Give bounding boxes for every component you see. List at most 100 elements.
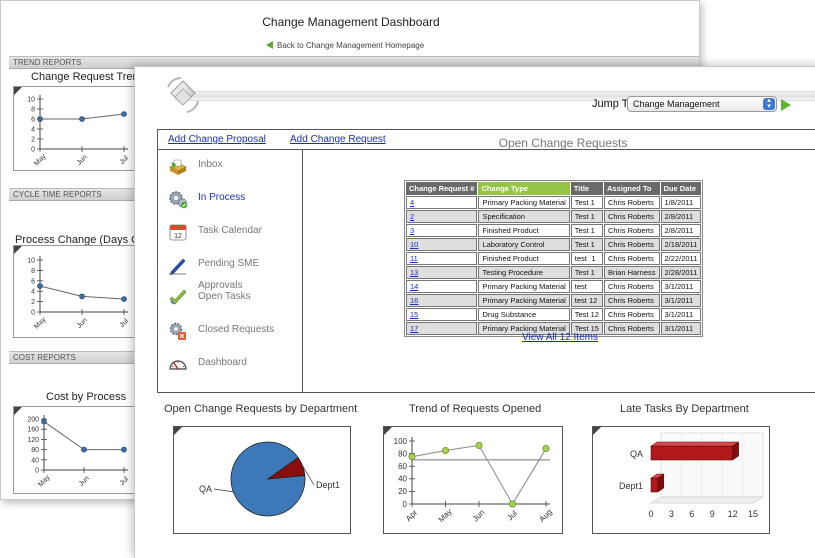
- sidebar-item-closed-requests[interactable]: Closed Requests: [168, 319, 300, 343]
- table-cell: 4: [406, 196, 478, 209]
- chart-corner-mark: [14, 246, 22, 254]
- x-tick-label: Jun: [76, 154, 89, 167]
- table-row[interactable]: 15 Drug Substance Test 12 Chris Roberts 3/1/…: [406, 308, 702, 321]
- open-change-requests-table: Change Request # Change Type Title Assig…: [404, 180, 704, 337]
- view-all-items-link[interactable]: View All 12 Items: [304, 332, 815, 343]
- x-tick-label: May: [437, 507, 454, 524]
- table-cell: 2: [406, 210, 478, 223]
- table-row[interactable]: 14 Primary Packing Material test Chris Robe…: [406, 280, 702, 293]
- sidebar-item-open-tasks[interactable]: Open Tasks: [168, 286, 300, 310]
- column-header-due-date[interactable]: Due Date: [660, 182, 702, 195]
- dept-pie-chart: QA Dept1: [199, 441, 340, 517]
- x-tick-label: 0: [648, 509, 653, 519]
- trend-box: 0 20 40 60 80 100 Apr May Jun Jul Aug: [383, 426, 563, 534]
- table-cell: 3: [406, 224, 478, 237]
- y-tick-label: 160: [27, 427, 39, 434]
- sidebar-item-task-calendar[interactable]: 12 Task Calendar: [168, 220, 300, 244]
- category-label: QA: [630, 449, 643, 459]
- select-arrows-icon: ▴ ▾: [763, 97, 775, 110]
- request-number-link[interactable]: 16: [410, 296, 418, 305]
- table-row[interactable]: 13 Testing Procedure Test 1 Brian Harness 2/…: [406, 266, 702, 279]
- y-tick-label: 0: [35, 467, 39, 474]
- request-number-link[interactable]: 15: [410, 310, 418, 319]
- table-cell: Test 12: [570, 308, 603, 321]
- sidebar-item-dashboard[interactable]: Dashboard: [168, 352, 300, 376]
- jump-go-button[interactable]: [781, 99, 791, 111]
- table-cell: Drug Substance: [478, 308, 570, 321]
- process-change-chart-box: 0 2 4 6 8 10 May Jun Jul: [13, 245, 138, 338]
- table-row[interactable]: 4 Primary Packing Material Test 1 Chris Rob…: [406, 196, 702, 209]
- gauge-icon: [169, 360, 187, 370]
- sidebar-item-in-process[interactable]: In Process: [168, 187, 300, 211]
- request-number-link[interactable]: 4: [410, 198, 414, 207]
- x-tick-label: Jun: [78, 475, 91, 488]
- table-row[interactable]: 11 Finished Product test `1 Chris Roberts 2/…: [406, 252, 702, 265]
- data-point: [79, 293, 85, 300]
- bar-top-face: [650, 441, 740, 447]
- x-tick-label: 15: [748, 509, 758, 519]
- table-cell: Finished Product: [478, 252, 570, 265]
- x-tick-label: Jul: [119, 154, 131, 166]
- x-tick-label: Apr: [404, 508, 419, 523]
- open-change-requests-title: Open Change Requests: [498, 136, 628, 150]
- data-point: [81, 446, 87, 453]
- data-point: [37, 283, 43, 289]
- add-change-proposal-link[interactable]: Add Change Proposal: [168, 134, 266, 145]
- table-cell: 14: [406, 280, 478, 293]
- request-number-link[interactable]: 3: [410, 226, 414, 235]
- chart-corner-mark: [384, 427, 392, 435]
- column-header-change-type[interactable]: Change Type: [478, 182, 570, 195]
- bar: [650, 477, 659, 493]
- main-panel: Add Change Proposal Add Change Request I…: [157, 129, 815, 393]
- column-header-assigned-to[interactable]: Assigned To: [603, 182, 660, 195]
- data-point: [542, 445, 550, 453]
- back-link-label: Back to Change Management Homepage: [277, 41, 425, 50]
- table-cell: Chris Roberts: [603, 280, 660, 293]
- table-cell: Primary Packing Material: [478, 196, 570, 209]
- data-point: [121, 296, 127, 302]
- table-cell: Test 1: [570, 238, 603, 251]
- jump-to-select[interactable]: Change Management ▴ ▾: [627, 96, 777, 112]
- data-point: [441, 446, 449, 454]
- y-tick-label: 200: [27, 416, 39, 423]
- y-tick-label: 100: [394, 437, 408, 446]
- x-tick-label: Aug: [537, 507, 553, 523]
- chart-corner-mark: [14, 407, 22, 415]
- sidebar-item-label: Inbox: [198, 159, 223, 170]
- request-number-link[interactable]: 14: [410, 282, 418, 291]
- table-cell: Test 1: [570, 196, 603, 209]
- request-number-link[interactable]: 10: [410, 240, 418, 249]
- table-row[interactable]: 2 Specification Test 1 Chris Roberts 2/8/201…: [406, 210, 702, 223]
- category-label: Dept1: [619, 481, 643, 491]
- request-number-link[interactable]: 2: [410, 212, 414, 221]
- chart-corner-mark: [593, 427, 601, 435]
- sidebar-item-inbox[interactable]: Inbox: [168, 154, 300, 178]
- table-row[interactable]: 10 Laboratory Control Test 1 Chris Roberts 2…: [406, 238, 702, 251]
- request-number-link[interactable]: 13: [410, 268, 418, 277]
- x-tick-label: 6: [689, 509, 694, 519]
- table-cell: 1/8/2011: [660, 196, 702, 209]
- x-tick-label: 9: [710, 509, 715, 519]
- request-number-link[interactable]: 11: [410, 254, 418, 263]
- chart-corner-mark: [14, 87, 22, 95]
- table-cell: 13: [406, 266, 478, 279]
- column-header-request-number[interactable]: Change Request #: [406, 182, 478, 195]
- table-cell: Test 1: [570, 266, 603, 279]
- trend-line-chart: 0 20 40 60 80 100 Apr May Jun Jul Aug: [394, 437, 554, 524]
- dept-pie-box: QA Dept1: [173, 426, 351, 534]
- sidebar-item-pending-sme-approvals[interactable]: Pending SME Approvals: [168, 253, 300, 291]
- open-change-requests-panel: Change Request # Change Type Title Assig…: [304, 150, 815, 392]
- cost-chart-box: 0 40 80 120 160 200 May Jun Jul: [13, 406, 138, 494]
- column-header-title[interactable]: Title: [570, 182, 603, 195]
- table-cell: Specification: [478, 210, 570, 223]
- closed-gears-icon: [169, 322, 186, 340]
- data-point: [121, 111, 127, 117]
- table-row[interactable]: 3 Finished Product Test 1 Chris Roberts 2/8/…: [406, 224, 702, 237]
- series-line: [43, 421, 124, 451]
- table-cell: Finished Product: [478, 224, 570, 237]
- table-cell: Test 1: [570, 224, 603, 237]
- back-to-homepage-link[interactable]: Back to Change Management Homepage: [266, 41, 424, 50]
- y-tick-label: 40: [398, 475, 407, 484]
- table-row[interactable]: 16 Primary Packing Material test 12 Chris R…: [406, 294, 702, 307]
- y-tick-label: 80: [398, 449, 407, 458]
